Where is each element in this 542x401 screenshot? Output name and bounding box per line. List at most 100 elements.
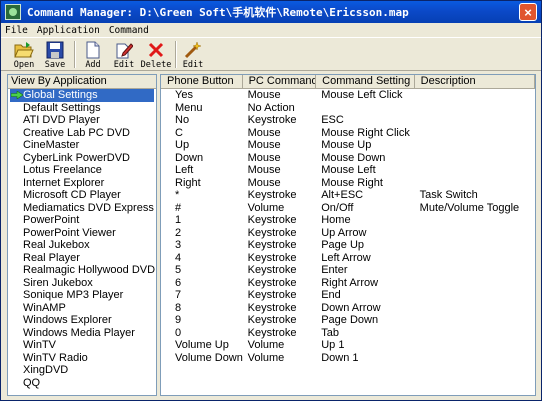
edit-command-button[interactable]: Edit bbox=[178, 38, 208, 71]
application-list-item[interactable]: Realmagic Hollywood DVD bbox=[8, 264, 156, 277]
table-row[interactable]: Right Mouse Mouse Right bbox=[161, 177, 535, 190]
application-list-item[interactable]: Internet Explorer bbox=[8, 177, 156, 190]
column-header-command-setting[interactable]: Command Setting bbox=[316, 75, 415, 89]
save-button[interactable]: Save bbox=[40, 38, 70, 71]
application-list-item[interactable]: Windows Media Player bbox=[8, 327, 156, 340]
application-list-item[interactable]: XingDVD bbox=[8, 364, 156, 377]
application-list-item[interactable]: Sonique MP3 Player bbox=[8, 289, 156, 302]
cell-phone-button: 8 bbox=[175, 301, 182, 314]
cell-description bbox=[415, 302, 535, 315]
title-bar[interactable]: Command Manager: D:\Green Soft\手机软件\Remo… bbox=[1, 1, 541, 23]
table-row[interactable]: 5 Keystroke Enter bbox=[161, 264, 535, 277]
application-list-item[interactable]: WinAMP bbox=[8, 302, 156, 315]
cell-command-setting: Mouse Down bbox=[321, 151, 386, 164]
application-list-item[interactable]: WinTV Radio bbox=[8, 352, 156, 365]
application-list-item[interactable]: CyberLink PowerDVD bbox=[8, 152, 156, 165]
cell-phone-button: Right bbox=[175, 176, 201, 189]
cell-pc-command: Keystroke bbox=[247, 251, 297, 264]
application-list-item[interactable]: Lotus Freelance bbox=[8, 164, 156, 177]
application-list-item[interactable]: Real Jukebox bbox=[8, 239, 156, 252]
application-list-item[interactable]: WinTV bbox=[8, 339, 156, 352]
table-row[interactable]: * Keystroke Alt+ESC Task Switch bbox=[161, 189, 535, 202]
table-row[interactable]: 6 Keystroke Right Arrow bbox=[161, 277, 535, 290]
close-button[interactable]: × bbox=[519, 3, 537, 21]
cell-description bbox=[415, 327, 535, 340]
table-row[interactable]: No Keystroke ESC bbox=[161, 114, 535, 127]
application-list-item-label: Microsoft CD Player bbox=[23, 189, 121, 201]
table-row[interactable]: 7 Keystroke End bbox=[161, 289, 535, 302]
table-row[interactable]: 8 Keystroke Down Arrow bbox=[161, 302, 535, 315]
floppy-disk-icon bbox=[45, 40, 65, 59]
delete-button[interactable]: Delete bbox=[141, 38, 171, 71]
cell-phone-button: * bbox=[175, 189, 180, 201]
application-list-item[interactable]: PowerPoint Viewer bbox=[8, 227, 156, 240]
cell-pc-command: Keystroke bbox=[247, 114, 297, 126]
table-row[interactable]: Volume Up Volume Up 1 bbox=[161, 339, 535, 352]
cell-phone-button: # bbox=[175, 201, 182, 214]
table-row[interactable]: # Volume On/Off Mute/Volume Toggle bbox=[161, 202, 535, 215]
cell-pc-command: Keystroke bbox=[247, 276, 297, 289]
cell-pc-command: Keystroke bbox=[247, 264, 297, 276]
application-list-item[interactable]: Siren Jukebox bbox=[8, 277, 156, 290]
application-list-item[interactable]: ATI DVD Player bbox=[8, 114, 156, 127]
table-row[interactable]: 0 Keystroke Tab bbox=[161, 327, 535, 340]
table-row[interactable]: Yes Mouse Mouse Left Click bbox=[161, 89, 535, 102]
table-row[interactable]: 2 Keystroke Up Arrow bbox=[161, 227, 535, 240]
column-header-phone-button[interactable]: Phone Button bbox=[161, 75, 243, 89]
cell-pc-command: Keystroke bbox=[247, 301, 297, 314]
open-folder-icon bbox=[14, 40, 34, 59]
command-table-header: Phone Button PC Command Command Setting … bbox=[161, 75, 535, 89]
cell-description bbox=[415, 227, 535, 240]
new-page-icon bbox=[83, 40, 103, 59]
cell-command-setting: Right Arrow bbox=[321, 276, 379, 289]
application-list-item-label: CineMaster bbox=[23, 139, 80, 151]
menu-bar: File Application Command bbox=[1, 23, 541, 37]
cell-description bbox=[415, 339, 535, 352]
application-list-item[interactable]: Global Settings bbox=[10, 89, 154, 102]
column-header-pc-command[interactable]: PC Command bbox=[243, 75, 317, 89]
cell-phone-button: 0 bbox=[175, 326, 182, 339]
table-row[interactable]: Left Mouse Mouse Left bbox=[161, 164, 535, 177]
application-list-item[interactable]: Microsoft CD Player bbox=[8, 189, 156, 202]
table-row[interactable]: 3 Keystroke Page Up bbox=[161, 239, 535, 252]
application-list-header[interactable]: View By Application bbox=[8, 75, 156, 89]
cell-description bbox=[415, 239, 535, 252]
table-row[interactable]: Menu No Action bbox=[161, 102, 535, 115]
application-list-item[interactable]: QQ bbox=[8, 377, 156, 390]
cell-phone-button: Yes bbox=[175, 89, 193, 101]
application-list: Global Settings Default Settings ATI DVD P… bbox=[8, 89, 156, 389]
table-row[interactable]: Up Mouse Mouse Up bbox=[161, 139, 535, 152]
application-list-item[interactable]: Windows Explorer bbox=[8, 314, 156, 327]
application-list-item[interactable]: Mediamatics DVD Express bbox=[8, 202, 156, 215]
menu-command[interactable]: Command bbox=[109, 25, 149, 36]
table-row[interactable]: Down Mouse Mouse Down bbox=[161, 152, 535, 165]
application-list-item-label: Lotus Freelance bbox=[23, 164, 102, 176]
application-list-item[interactable]: CineMaster bbox=[8, 139, 156, 152]
toolbar: Open Save Add Edit Delete Edit bbox=[1, 37, 541, 71]
application-list-item[interactable]: PowerPoint bbox=[8, 214, 156, 227]
cell-command-setting: Alt+ESC bbox=[321, 189, 364, 201]
column-header-description[interactable]: Description bbox=[415, 75, 535, 89]
application-list-panel: View By Application Global Settings Defau… bbox=[7, 74, 157, 396]
table-row[interactable]: 9 Keystroke Page Down bbox=[161, 314, 535, 327]
application-list-item[interactable]: Real Player bbox=[8, 252, 156, 265]
open-button[interactable]: Open bbox=[9, 38, 39, 71]
menu-file[interactable]: File bbox=[5, 25, 28, 36]
application-list-item[interactable]: Default Settings bbox=[8, 102, 156, 115]
add-button[interactable]: Add bbox=[78, 38, 108, 71]
cell-pc-command: Mouse bbox=[247, 164, 281, 176]
table-row[interactable]: 4 Keystroke Left Arrow bbox=[161, 252, 535, 265]
cell-description bbox=[415, 214, 535, 227]
application-list-item[interactable]: Creative Lab PC DVD bbox=[8, 127, 156, 140]
table-row[interactable]: Volume Down Volume Down 1 bbox=[161, 352, 535, 365]
edit-button[interactable]: Edit bbox=[109, 38, 139, 71]
cell-description bbox=[415, 139, 535, 152]
menu-application[interactable]: Application bbox=[37, 25, 100, 36]
cell-command-setting: Mouse Right Click bbox=[321, 126, 410, 139]
edit-page-icon bbox=[114, 40, 134, 59]
cell-description bbox=[415, 289, 535, 302]
application-list-item-label: Global Settings bbox=[23, 89, 98, 101]
cell-phone-button: Up bbox=[175, 139, 190, 151]
table-row[interactable]: C Mouse Mouse Right Click bbox=[161, 127, 535, 140]
table-row[interactable]: 1 Keystroke Home bbox=[161, 214, 535, 227]
